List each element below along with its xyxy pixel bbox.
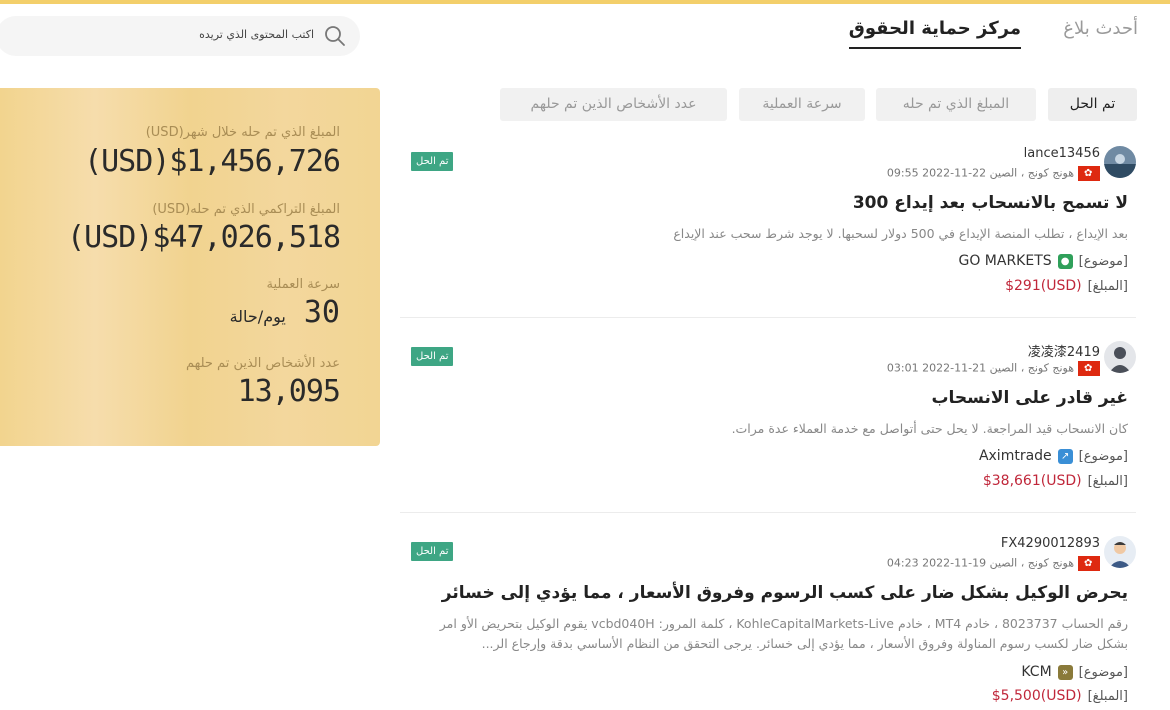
- top-accent-bar: [0, 0, 1170, 4]
- complaint-description: رقم الحساب 8023737 ، خادم MT4 ، خادم Koh…: [439, 616, 1128, 651]
- search-icon[interactable]: [324, 25, 346, 47]
- location-time: هونج كونج ، الصين 19-11-2022 04:23: [887, 556, 1100, 571]
- amount-value: (USD)$38,661: [982, 473, 1082, 489]
- broker-name[interactable]: Aximtrade: [979, 448, 1052, 464]
- topic-label: [موضوع]: [1078, 448, 1128, 464]
- people-resolved-label: عدد الأشخاص الذين تم حلهم: [185, 356, 340, 371]
- username[interactable]: 凌凌漆2419: [1028, 341, 1100, 360]
- filter-resolved[interactable]: تم الحل: [1048, 88, 1137, 121]
- topic-row: [موضوع] « KCM: [1021, 664, 1128, 680]
- complaint-description: بعد الإيداع ، تطلب المنصة الإيداع في 500…: [673, 226, 1128, 241]
- hong-kong-flag-icon: [1078, 361, 1100, 376]
- filter-chips: تم الحل المبلغ الذي تم حله سرعة العملية …: [500, 88, 1137, 122]
- broker-name[interactable]: GO MARKETS: [958, 253, 1051, 269]
- complaint-card[interactable]: FX4290012893 هونج كونج ، الصين 19-11-202…: [400, 536, 1136, 710]
- monthly-amount-label: المبلغ الذي تم حله خلال شهر(USD): [145, 125, 340, 140]
- search-bar[interactable]: اكتب المحتوى الذي تريده: [0, 16, 360, 56]
- search-placeholder[interactable]: اكتب المحتوى الذي تريده: [199, 28, 314, 41]
- divider: [400, 317, 1136, 318]
- stats-panel: المبلغ الذي تم حله خلال شهر(USD) (USD)$1…: [0, 88, 380, 446]
- people-resolved-value: 13,095: [237, 374, 341, 409]
- user-avatar[interactable]: [1104, 536, 1136, 568]
- filter-people-resolved[interactable]: عدد الأشخاص الذين تم حلهم: [500, 88, 727, 121]
- amount-label: [المبلغ]: [1087, 278, 1128, 294]
- process-speed-value: 30 يوم/حالة: [229, 295, 341, 330]
- resolved-badge: تم الحل: [411, 542, 454, 561]
- amount-value: (USD)$291: [1005, 278, 1082, 294]
- amount-value: (USD)$5,500: [991, 688, 1082, 704]
- tab-latest-report[interactable]: أحدث بلاغ: [1063, 18, 1138, 47]
- filter-amount-resolved[interactable]: المبلغ الذي تم حله: [876, 88, 1036, 121]
- main-tabs: مركز حماية الحقوق أحدث بلاغ: [838, 18, 1138, 58]
- complaint-title[interactable]: غير قادر على الانسحاب: [931, 388, 1128, 408]
- location-time: هونج كونج ، الصين 22-11-2022 09:55: [887, 166, 1100, 181]
- cumulative-amount-label: المبلغ التراكمي الذي تم حله(USD): [152, 202, 340, 217]
- complaint-description: كان الانسحاب قيد المراجعة. لا يحل حتى أت…: [731, 421, 1128, 436]
- user-avatar[interactable]: [1104, 146, 1136, 178]
- amount-row: [المبلغ] (USD)$5,500: [992, 688, 1128, 704]
- amount-row: [المبلغ] (USD)$38,661: [983, 473, 1128, 489]
- resolved-badge: تم الحل: [411, 152, 454, 171]
- complaint-title[interactable]: يحرض الوكيل بشكل ضار على كسب الرسوم وفرو…: [442, 583, 1128, 603]
- username[interactable]: FX4290012893: [1001, 536, 1100, 551]
- filter-process-speed[interactable]: سرعة العملية: [739, 88, 865, 121]
- hong-kong-flag-icon: [1078, 556, 1100, 571]
- topic-row: [موضوع] ● GO MARKETS: [958, 253, 1128, 269]
- topic-label: [موضوع]: [1078, 253, 1128, 269]
- complaint-card[interactable]: 凌凌漆2419 هونج كونج ، الصين 21-11-2022 03:…: [400, 341, 1136, 513]
- username[interactable]: lance13456: [1024, 146, 1100, 161]
- resolved-badge: تم الحل: [411, 347, 454, 366]
- kcm-icon: «: [1057, 664, 1073, 680]
- monthly-amount-value: (USD)$1,456,726: [84, 144, 341, 179]
- hong-kong-flag-icon: [1078, 166, 1100, 181]
- tab-rights-protection[interactable]: مركز حماية الحقوق: [848, 18, 1021, 49]
- cumulative-amount-value: (USD)$47,026,518: [67, 220, 341, 255]
- go-markets-icon: ●: [1057, 253, 1073, 269]
- divider: [400, 512, 1136, 513]
- topic-label: [موضوع]: [1078, 664, 1128, 680]
- amount-label: [المبلغ]: [1087, 688, 1128, 704]
- amount-row: [المبلغ] (USD)$291: [1005, 278, 1128, 294]
- complaint-title[interactable]: لا تسمح بالانسحاب بعد إيداع 300: [853, 193, 1128, 213]
- aximtrade-icon: ↗: [1057, 448, 1073, 464]
- process-speed-label: سرعة العملية: [266, 277, 340, 292]
- user-avatar[interactable]: [1104, 341, 1136, 373]
- broker-name[interactable]: KCM: [1021, 664, 1051, 680]
- complaint-card[interactable]: lance13456 هونج كونج ، الصين 22-11-2022 …: [400, 146, 1136, 318]
- amount-label: [المبلغ]: [1087, 473, 1128, 489]
- location-time: هونج كونج ، الصين 21-11-2022 03:01: [887, 361, 1100, 376]
- topic-row: [موضوع] ↗ Aximtrade: [979, 448, 1128, 464]
